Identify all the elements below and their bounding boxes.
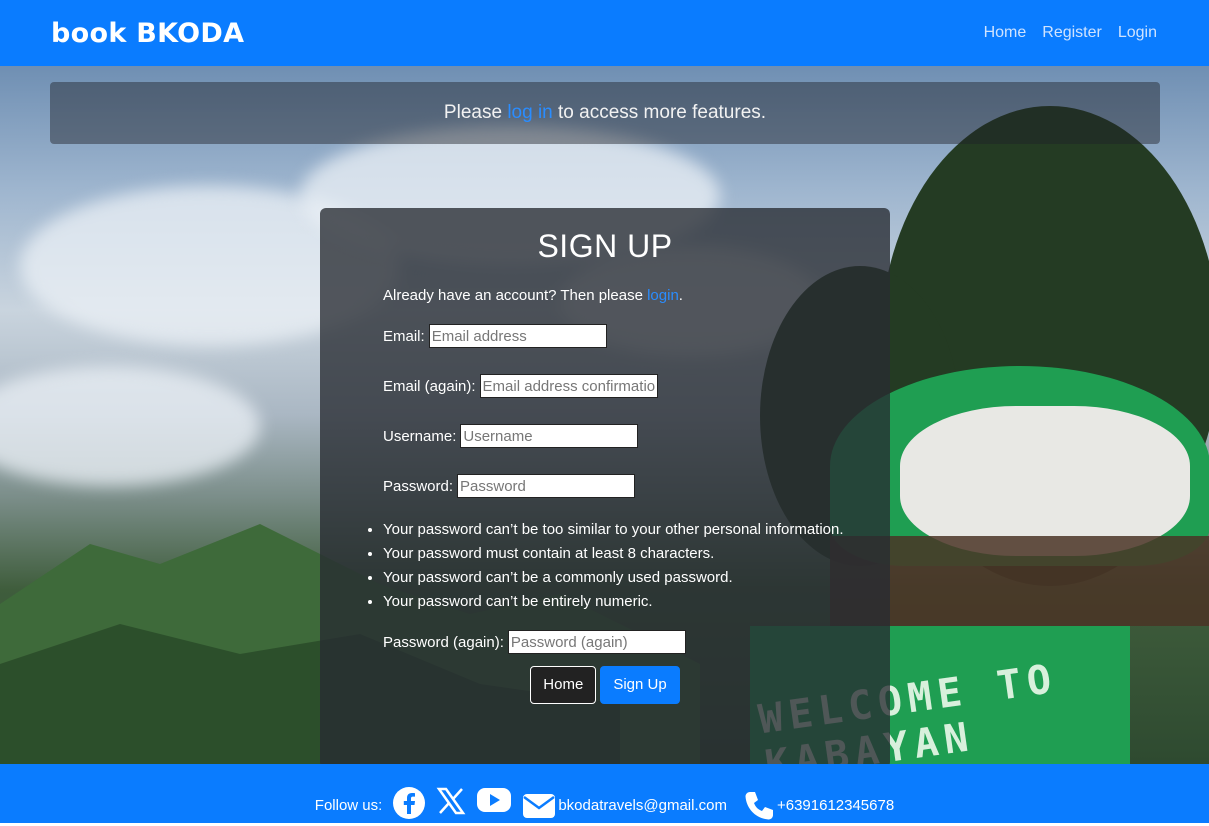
nav-link-register[interactable]: Register [1042,24,1102,42]
password-rule: Your password can’t be entirely numeric. [383,590,853,614]
password-rule: Your password must contain at least 8 ch… [383,542,853,566]
password-confirm-label: Password (again): [383,634,504,651]
form-buttons: Home Sign Up [320,666,890,704]
already-text: Already have an account? Then please [383,287,643,304]
alert-login-link[interactable]: log in [507,102,552,124]
signup-form: Already have an account? Then please log… [383,286,853,704]
username-label: Username: [383,428,457,445]
username-field[interactable] [460,424,639,448]
nav-links: Home Register Login [984,24,1157,42]
youtube-icon[interactable] [476,786,512,814]
password-rule: Your password can’t be too similar to yo… [383,518,853,542]
email-field[interactable] [428,324,607,348]
password-confirm-row: Password (again): [383,630,853,666]
login-alert: Please log in to access more features. [50,82,1160,144]
follow-us-label: Follow us: [314,797,383,814]
phone-icon [743,790,775,822]
signup-panel: SIGN UP Already have an account? Then pl… [320,208,890,768]
footer-phone[interactable]: +6391612345678 [777,786,894,826]
password-confirm-field[interactable] [507,630,686,654]
envelope-icon [522,793,556,819]
email-label: Email: [383,328,425,345]
page-title: SIGN UP [537,228,673,264]
x-icon[interactable] [436,786,466,816]
footer-email[interactable]: bkodatravels@gmail.com [558,786,727,826]
facebook-icon[interactable] [392,786,426,820]
email-row: Email: [383,324,853,374]
login-link[interactable]: login [647,287,679,304]
nav-link-home[interactable]: Home [984,24,1027,42]
password-row: Password: [383,474,853,518]
signup-button[interactable]: Sign Up [600,666,680,704]
alert-text-before: Please [443,102,503,123]
email-confirm-field[interactable] [479,374,658,398]
alert-text-after: to access more features. [558,102,767,123]
nav-link-login[interactable]: Login [1118,24,1157,42]
phone-contact[interactable]: +6391612345678 [743,786,894,826]
password-rule: Your password can’t be a commonly used p… [383,566,853,590]
footer: Follow us: bkodatravels@gmail.com +63916… [0,764,1209,823]
password-rules: Your password can’t be too similar to yo… [367,518,853,614]
email-contact[interactable]: bkodatravels@gmail.com [522,786,727,826]
email-confirm-row: Email (again): [383,374,853,424]
email-confirm-label: Email (again): [383,378,476,395]
navbar: book BKODA Home Register Login [0,0,1209,66]
already-account-text: Already have an account? Then please log… [383,286,853,306]
password-field[interactable] [457,474,636,498]
password-label: Password: [383,478,454,495]
brand-logo[interactable]: book BKODA [51,18,244,49]
username-row: Username: [383,424,853,474]
home-button[interactable]: Home [530,666,597,704]
already-end: . [678,287,683,304]
